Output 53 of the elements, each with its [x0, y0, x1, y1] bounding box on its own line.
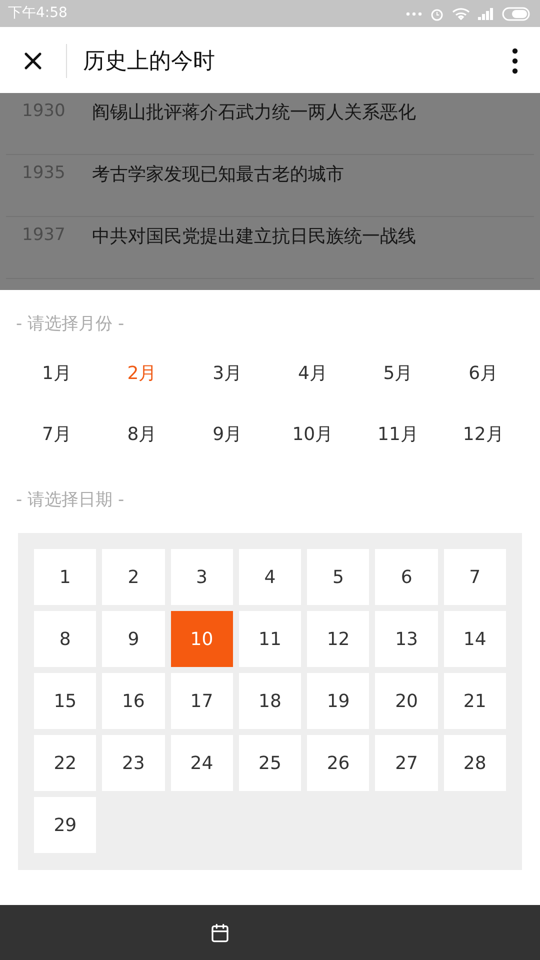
dots-icon [406, 12, 422, 16]
more-icon [512, 48, 518, 74]
day-cell[interactable]: 20 [375, 673, 438, 729]
day-cell[interactable]: 15 [34, 673, 96, 729]
day-cell[interactable]: 6 [375, 549, 438, 605]
day-cell[interactable]: 1 [34, 549, 96, 605]
day-cell[interactable]: 7 [444, 549, 506, 605]
day-cell[interactable]: 26 [307, 735, 370, 791]
event-title: 考古学家发现已知最古老的城市 [92, 163, 344, 187]
page-title: 历史上的今时 [83, 48, 216, 76]
day-cell[interactable]: 2 [102, 549, 165, 605]
calendar-icon[interactable] [210, 922, 230, 942]
battery-icon [502, 6, 532, 20]
month-option[interactable]: 10月 [270, 416, 356, 452]
day-cell[interactable]: 9 [102, 611, 165, 667]
month-option[interactable]: 9月 [184, 416, 270, 452]
day-cell[interactable]: 18 [238, 673, 302, 729]
day-cell[interactable]: 12 [307, 611, 370, 667]
day-cell[interactable]: 21 [444, 673, 506, 729]
day-cell[interactable]: 4 [238, 549, 302, 605]
event-title: 阎锡山批评蒋介石武力统一两人关系恶化 [92, 101, 416, 125]
wifi-icon [452, 7, 470, 20]
signal-icon [478, 8, 494, 20]
day-cell[interactable]: 3 [170, 549, 233, 605]
day-cell[interactable]: 17 [170, 673, 233, 729]
day-cell[interactable]: 13 [375, 611, 438, 667]
month-option[interactable]: 6月 [440, 356, 526, 390]
event-title: 中共对国民党提出建立抗日民族统一战线 [92, 225, 416, 249]
day-cell[interactable]: 16 [102, 673, 165, 729]
month-option[interactable]: 3月 [184, 356, 270, 390]
month-option[interactable]: 8月 [99, 416, 185, 452]
day-cell[interactable]: 23 [102, 735, 165, 791]
month-option[interactable]: 1月 [14, 356, 100, 390]
month-option[interactable]: 12月 [440, 416, 526, 452]
day-cell[interactable]: 27 [375, 735, 438, 791]
day-cell[interactable]: 11 [238, 611, 302, 667]
month-option[interactable]: 5月 [355, 356, 441, 390]
day-heading: - 请选择日期 - [16, 488, 126, 512]
day-cell[interactable]: 24 [170, 735, 233, 791]
month-option[interactable]: 7月 [14, 416, 100, 452]
day-cell[interactable]: 14 [444, 611, 506, 667]
day-cell[interactable]: 25 [238, 735, 302, 791]
day-cell[interactable]: 19 [307, 673, 370, 729]
month-option[interactable]: 11月 [355, 416, 441, 452]
day-cell[interactable]: 28 [444, 735, 506, 791]
month-option[interactable]: 4月 [270, 356, 356, 390]
day-cell[interactable]: 5 [307, 549, 370, 605]
alarm-icon [430, 6, 444, 20]
day-cell[interactable]: 8 [34, 611, 96, 667]
month-heading: - 请选择月份 - [16, 313, 126, 336]
day-cell[interactable]: 22 [34, 735, 96, 791]
status-time: 下午4:58 [8, 4, 68, 23]
day-cell[interactable]: 29 [34, 797, 96, 853]
